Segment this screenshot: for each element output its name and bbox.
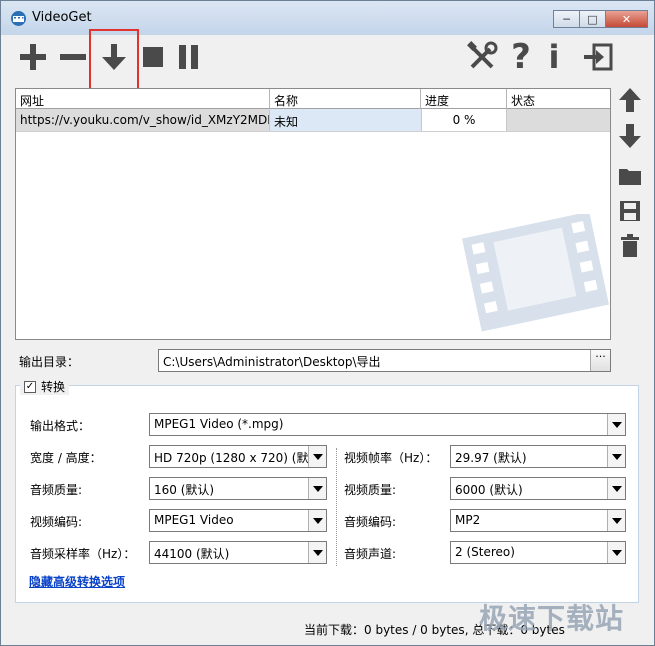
row-url: https://v.youku.com/v_show/id_XMzY2MDI [16,109,270,131]
arrow-down-icon [619,124,641,148]
column-divider [336,448,337,566]
channels-value: 2 (Stereo) [455,545,515,559]
folder-icon [619,169,641,185]
exit-icon [584,43,613,71]
film-strip-watermark-icon [462,214,609,332]
settings-button[interactable] [464,35,500,79]
chevron-down-icon [308,446,326,467]
video-codec-select[interactable]: MPEG1 Video [149,509,327,532]
pause-button[interactable] [174,35,204,79]
settings-tools-icon [467,41,498,69]
sample-rate-value: 44100 (默认) [154,547,230,561]
hide-advanced-link[interactable]: 隐藏高级转换选项 [29,573,125,590]
browse-button[interactable]: ··· [590,350,610,371]
video-codec-value: MPEG1 Video [154,513,234,527]
save-button[interactable] [617,198,643,224]
col-header-progress[interactable]: 进度 [421,89,507,109]
main-client-area: ? i 网址 名称 进度 状态 https://v.youku.com/v_sh… [8,29,648,641]
convert-toggle[interactable]: ✓ 转换 [20,378,70,395]
output-dir-label: 输出目录： [19,355,80,369]
chevron-down-icon [607,478,625,499]
row-name: 未知 [270,109,421,131]
app-window: VideoGet ─ □ ✕ ? i 网址 名称 进度 状态 https://v… [0,0,655,646]
save-disk-icon [620,201,640,221]
audio-quality-value: 160 (默认) [154,483,215,497]
col-header-name[interactable]: 名称 [270,89,421,109]
fps-value: 29.97 (默认) [455,451,527,465]
convert-group: ✓ 转换 输出格式： MPEG1 Video (*.mpg) 宽度 / 高度： … [15,378,639,603]
channels-label: 音频声道: [344,547,397,561]
add-icon [20,44,46,70]
row-status [507,109,610,131]
help-icon: ? [511,37,531,77]
row-progress: 0 % [421,109,507,131]
channels-select[interactable]: 2 (Stereo) [450,541,626,564]
chevron-down-icon [308,478,326,499]
trash-icon [621,234,639,257]
window-title: VideoGet [32,10,92,25]
remove-button[interactable] [56,35,90,79]
table-row[interactable]: https://v.youku.com/v_show/id_XMzY2MDI 未… [16,109,610,132]
remove-icon [60,54,86,60]
info-icon: i [548,38,560,76]
col-header-url[interactable]: 网址 [16,89,270,109]
exit-button[interactable] [580,35,616,79]
open-folder-button[interactable] [617,163,643,189]
video-quality-select[interactable]: 6000 (默认) [450,477,626,500]
grid-header: 网址 名称 进度 状态 [16,89,610,109]
audio-quality-select[interactable]: 160 (默认) [149,477,327,500]
fps-label: 视频帧率（Hz）： [344,451,438,465]
window-controls: ─ □ ✕ [553,10,648,28]
convert-checkbox[interactable]: ✓ [24,380,36,393]
convert-label: 转换 [41,380,66,394]
chevron-down-icon [308,510,326,531]
audio-quality-label: 音频质量: [30,483,83,497]
pause-icon [179,45,198,69]
help-button[interactable]: ? [506,35,536,79]
chevron-down-icon [607,446,625,467]
size-select[interactable]: HD 720p (1280 x 720) (默认 [149,445,327,468]
size-label: 宽度 / 高度： [30,451,102,465]
chevron-down-icon [607,414,625,435]
video-quality-value: 6000 (默认) [455,483,523,497]
chevron-down-icon [607,510,625,531]
format-select[interactable]: MPEG1 Video (*.mpg) [149,413,626,436]
chevron-down-icon [607,542,625,563]
download-list[interactable]: 网址 名称 进度 状态 https://v.youku.com/v_show/i… [15,88,611,340]
output-dir-input[interactable]: C:\Users\Administrator\Desktop\导出 ··· [158,349,611,372]
col-header-status[interactable]: 状态 [507,89,610,109]
move-up-button[interactable] [617,87,643,113]
stop-icon [143,47,163,67]
download-highlight-box [89,29,139,93]
format-label: 输出格式： [30,419,91,433]
format-value: MPEG1 Video (*.mpg) [154,417,284,431]
video-quality-label: 视频质量: [344,483,397,497]
move-down-button[interactable] [617,123,643,149]
minimize-button[interactable]: ─ [553,10,580,28]
site-watermark: 极速下载站 [479,602,625,635]
maximize-button[interactable]: □ [579,10,606,28]
arrow-up-icon [619,88,641,112]
sample-rate-label: 音频采样率（Hz）： [30,547,136,561]
stop-button[interactable] [138,35,168,79]
add-button[interactable] [16,35,50,79]
output-dir-value: C:\Users\Administrator\Desktop\导出 [163,355,381,369]
audio-codec-label: 音频编码: [344,515,397,529]
audio-codec-select[interactable]: MP2 [450,509,626,532]
delete-button[interactable] [617,233,643,259]
size-value: HD 720p (1280 x 720) (默认 [154,451,321,465]
audio-codec-value: MP2 [455,513,481,527]
info-button[interactable]: i [542,35,566,79]
video-codec-label: 视频编码: [30,515,83,529]
chevron-down-icon [308,542,326,563]
fps-select[interactable]: 29.97 (默认) [450,445,626,468]
videoget-logo-icon [11,11,26,26]
sample-rate-select[interactable]: 44100 (默认) [149,541,327,564]
close-button[interactable]: ✕ [605,10,648,28]
